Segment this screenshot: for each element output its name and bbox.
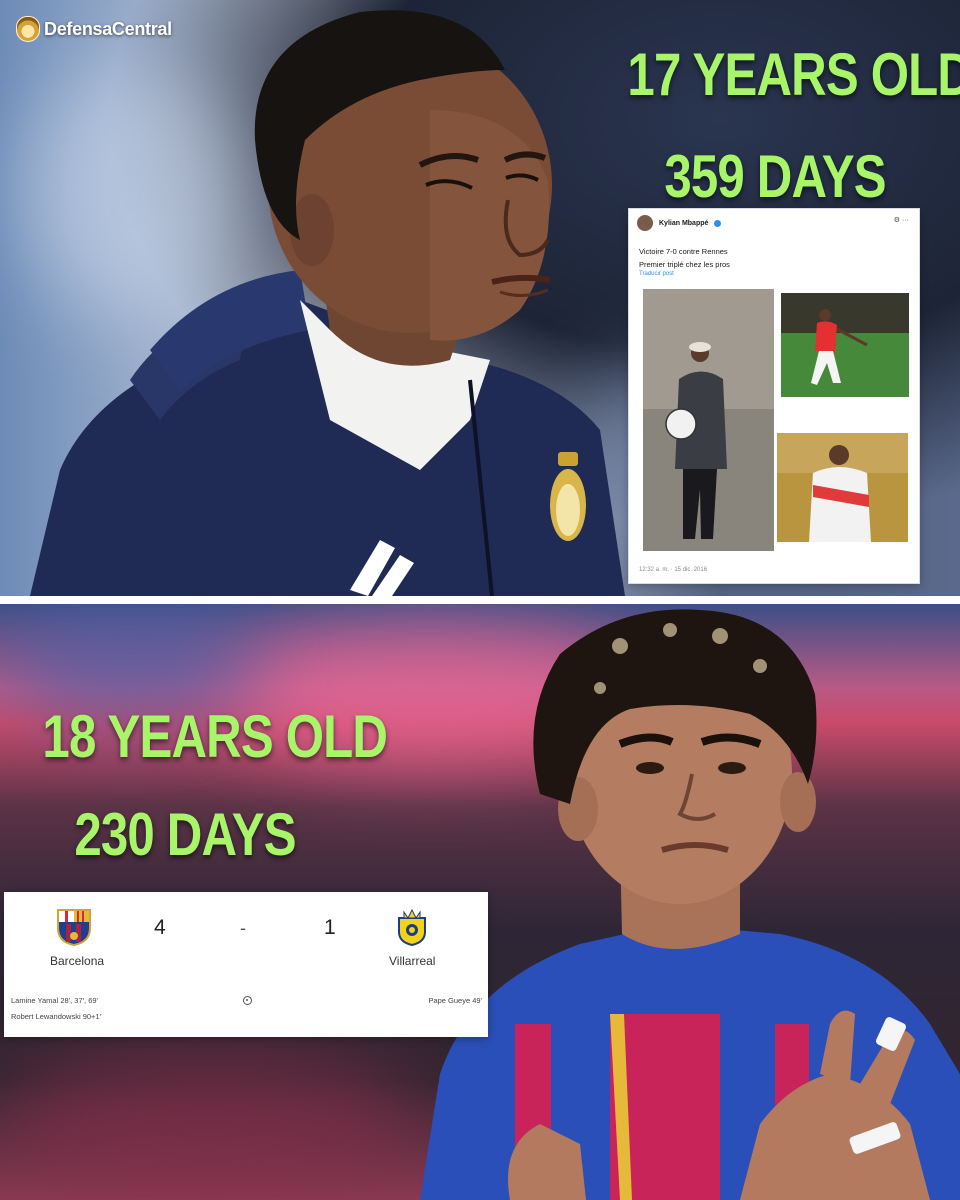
tweet-photo-celebration	[777, 433, 908, 542]
mbappe-age-years: 17 YEARS OLD	[627, 41, 960, 108]
yamal-photo	[420, 609, 960, 1200]
tweet-photo-match-action	[781, 293, 909, 397]
scorer-entry: Pape Gueye 49'	[428, 996, 482, 1005]
away-score: 1	[324, 916, 336, 939]
tweet-author: Kylian Mbappé	[659, 219, 709, 227]
soccer-ball-icon	[243, 996, 252, 1005]
brand-logo: DefensaCentral	[16, 16, 172, 42]
tweet-text: Victoire 7-0 contre Rennes Premier tripl…	[629, 231, 919, 271]
home-team-name: Barcelona	[50, 954, 105, 968]
mbappe-photo	[30, 10, 625, 596]
brand-name: DefensaCentral	[44, 18, 172, 39]
avatar	[637, 215, 653, 231]
score-separator: -	[240, 918, 246, 938]
away-team-name: Villarreal	[389, 954, 436, 968]
verified-icon	[714, 219, 722, 227]
mbappe-panel: DefensaCentral 17 YEARS OLD 359 DAYS Kyl…	[0, 0, 960, 596]
home-scorers: Lamine Yamal 28', 37', 69' Robert Lewand…	[11, 993, 101, 1025]
more-options-icon[interactable]: ⚙ ···	[894, 216, 909, 224]
panel-divider	[0, 596, 960, 604]
tweet-text-line: Victoire 7-0 contre Rennes	[639, 247, 728, 256]
tweet-card: Kylian Mbappé ⚙ ··· Victoire 7-0 contre …	[628, 208, 920, 584]
tweet-timestamp: 12:32 a. m. · 15 dic. 2016	[639, 567, 708, 573]
match-score-card: Barcelona Villarreal 4 - 1 Lamine Yamal …	[4, 892, 488, 1037]
scorer-entry: Robert Lewandowski 90+1'	[11, 1012, 102, 1021]
yamal-age-years: 18 YEARS OLD	[42, 703, 388, 770]
scorer-entry: Lamine Yamal 28', 37', 69'	[11, 996, 98, 1005]
tweet-photo-tunnel	[643, 289, 774, 551]
villarreal-crest-icon	[398, 908, 426, 946]
tweet-header: Kylian Mbappé	[629, 209, 919, 231]
away-scorers: Pape Gueye 49'	[428, 993, 482, 1009]
home-score: 4	[154, 916, 166, 939]
background-blur	[0, 1044, 420, 1194]
mbappe-age-days: 359 DAYS	[664, 143, 886, 210]
crest-icon	[16, 16, 40, 42]
tweet-text-line: Premier triplé chez les pros	[639, 260, 730, 269]
barcelona-crest-icon	[57, 909, 91, 946]
yamal-age-days: 230 DAYS	[74, 801, 296, 868]
translate-link[interactable]: Traducir post	[629, 271, 919, 277]
